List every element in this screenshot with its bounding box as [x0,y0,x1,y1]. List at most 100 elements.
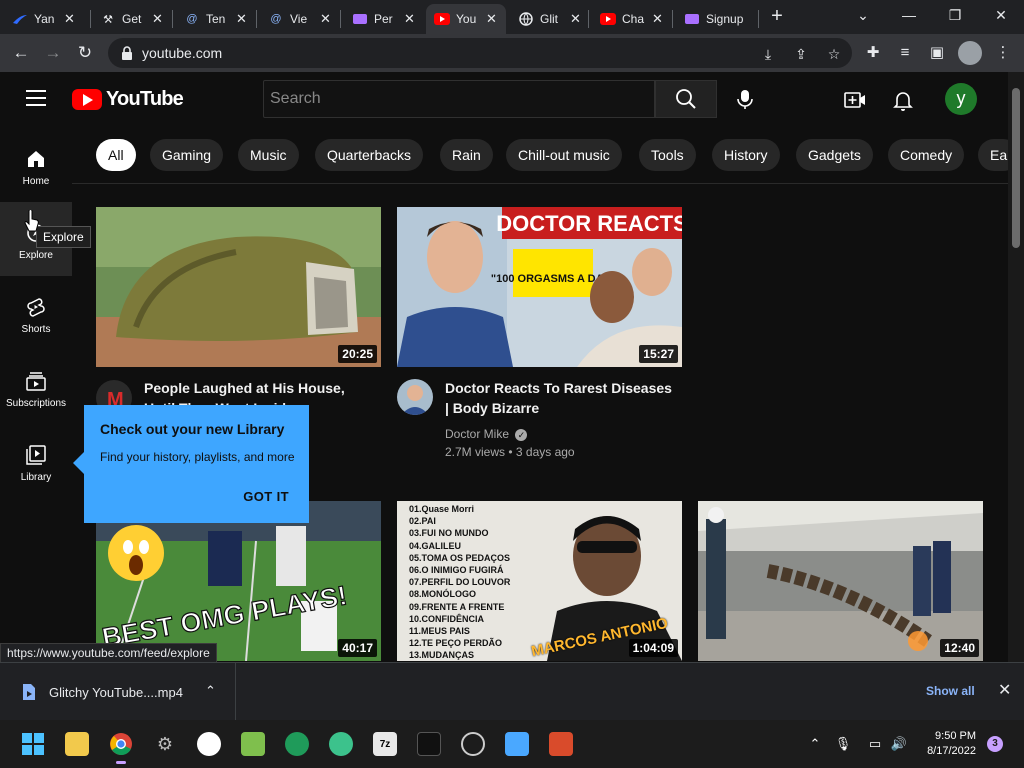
close-tab-icon[interactable]: ✕ [320,11,332,27]
tray-chevron-up-icon[interactable]: ⌃ [806,735,824,753]
tracklist-line: 06.O INIMIGO FUGIRÁ [409,565,504,576]
file-explorer-icon[interactable] [65,732,89,756]
menu-icon[interactable] [26,90,46,106]
install-icon[interactable]: ⤓ [758,44,778,64]
close-download-shelf-icon[interactable]: ✕ [998,680,1011,700]
at-icon: @ [186,13,198,25]
download-item[interactable]: Glitchy YouTube....mp4 ⌃ [0,663,236,721]
scrollbar-thumb[interactable] [1012,88,1020,248]
chip-gaming[interactable]: Gaming [150,139,224,171]
tab-1[interactable]: Yan ✕ [4,4,84,34]
chip-quarterbacks[interactable]: Quarterbacks [315,139,424,171]
close-tab-icon[interactable]: ✕ [64,11,76,27]
close-window-button[interactable]: ✕ [986,4,1016,28]
chrome-icon[interactable] [109,732,133,764]
reload-icon[interactable]: ↻ [74,42,96,64]
create-video-icon[interactable] [843,88,867,112]
explore-tooltip: Explore [36,226,91,248]
account-avatar[interactable]: y [945,83,977,115]
forward-icon[interactable]: → [42,42,64,64]
video-thumbnail[interactable]: 12:40 [698,501,983,661]
close-tab-icon[interactable]: ✕ [570,11,582,27]
chip-all[interactable]: All [96,139,136,171]
close-tab-icon[interactable]: ✕ [652,11,664,27]
7zip-icon[interactable]: 7z [373,732,397,756]
tracklist-line: 10.CONFIDÊNCIA [409,613,485,624]
tab-title: Get [122,12,142,26]
tab-youtube-active[interactable]: You ✕ [426,4,506,34]
got-it-button[interactable]: GOT IT [243,489,289,504]
tab-3[interactable]: @ Ten ✕ [176,4,256,34]
tab-divider [588,10,589,28]
close-tab-icon[interactable]: ✕ [236,11,248,27]
video-thumbnail[interactable]: 01.Quase Morri 02.PAI 03.FUI NO MUNDO 04.GA… [397,501,682,661]
terminal-icon[interactable] [417,732,441,756]
channel-avatar[interactable] [397,379,433,415]
paint-app-icon[interactable] [549,732,573,756]
notifications-bell-icon[interactable] [891,88,915,112]
system-clock[interactable]: 9:50 PM 8/17/2022 [906,729,976,759]
tab-8[interactable]: Cha ✕ [592,4,672,34]
extensions-puzzle-icon[interactable]: ✚ [862,42,884,64]
sidebar-item-library[interactable]: Library [0,424,72,498]
page-scrollbar[interactable] [1008,72,1024,662]
tab-divider [758,10,759,28]
sidebar-item-home[interactable]: Home [0,128,72,202]
tab-4[interactable]: @ Vie ✕ [260,4,340,34]
side-panel-icon[interactable]: ▣ [926,42,948,64]
chip-tools[interactable]: Tools [639,139,696,171]
new-tab-button[interactable]: + [766,6,788,28]
youtube-logo[interactable]: YouTube [72,88,184,110]
search-button[interactable] [655,80,717,118]
chip-chill-out-music[interactable]: Chill-out music [506,139,622,171]
video-thumbnail[interactable]: BEST OMG PLAYS! 40:17 [96,501,381,661]
notepad-icon[interactable] [505,732,529,756]
app-store-bag-icon[interactable] [241,732,265,756]
sidebar-item-subscriptions[interactable]: Subscriptions [0,350,72,424]
sidebar-item-shorts[interactable]: Shorts [0,276,72,350]
windows-start-icon[interactable] [21,732,45,756]
video-thumbnail[interactable]: 20:25 [96,207,381,367]
tab-2[interactable]: ⚒ Get ✕ [92,4,172,34]
chip-partial[interactable]: Ea [978,139,1008,171]
close-tab-icon[interactable]: ✕ [404,11,416,27]
chevron-up-icon[interactable]: ⌃ [205,683,216,699]
microphone-icon[interactable] [734,88,756,110]
tab-divider [90,10,91,28]
obs-recording-icon[interactable] [461,732,485,756]
back-icon[interactable]: ← [10,42,32,64]
bookmark-star-icon[interactable]: ☆ [824,44,844,64]
restore-button[interactable]: ❐ [940,4,970,28]
close-tab-icon[interactable]: ✕ [486,11,498,27]
chip-rain[interactable]: Rain [440,139,493,171]
chip-comedy[interactable]: Comedy [888,139,965,171]
profile-icon[interactable] [958,41,982,65]
address-bar[interactable]: youtube.com ⤓ ⇪ ☆ [108,38,852,68]
settings-gear-icon[interactable]: ⚙ [153,732,177,756]
music-app-icon[interactable] [329,732,353,756]
chip-music[interactable]: Music [238,139,299,171]
video-thumbnail[interactable]: DOCTOR REACTS "100 ORGASMS A DAY" 15:27 [397,207,682,367]
show-all-downloads-link[interactable]: Show all [926,684,975,698]
edge-icon[interactable] [285,732,309,756]
tray-network-icon[interactable]: ▭ [866,735,884,753]
tab-9[interactable]: Signup [676,4,756,34]
menu-kebab-icon[interactable]: ⋮ [992,42,1014,64]
chip-history[interactable]: History [712,139,780,171]
video-title[interactable]: Doctor Reacts To Rarest Diseases | Body … [445,378,672,418]
media-queue-icon[interactable]: ≡ [894,42,916,64]
tab-search-chevron-icon[interactable]: ⌄ [848,4,878,28]
notification-badge[interactable]: 3 [987,736,1003,752]
tab-7[interactable]: Glit ✕ [510,4,590,34]
tab-title: Vie [290,12,308,26]
tab-5[interactable]: Per ✕ [344,4,424,34]
tray-microphone-icon[interactable]: 🎙 [834,735,852,753]
search-input[interactable] [264,81,654,117]
close-tab-icon[interactable]: ✕ [152,11,164,27]
chip-gadgets[interactable]: Gadgets [796,139,873,171]
tab-divider [172,10,173,28]
chrome-canary-icon[interactable] [197,732,221,756]
share-icon[interactable]: ⇪ [791,44,811,64]
minimize-button[interactable]: — [894,4,924,28]
channel-name[interactable]: Doctor Mike ✓ [445,427,528,441]
